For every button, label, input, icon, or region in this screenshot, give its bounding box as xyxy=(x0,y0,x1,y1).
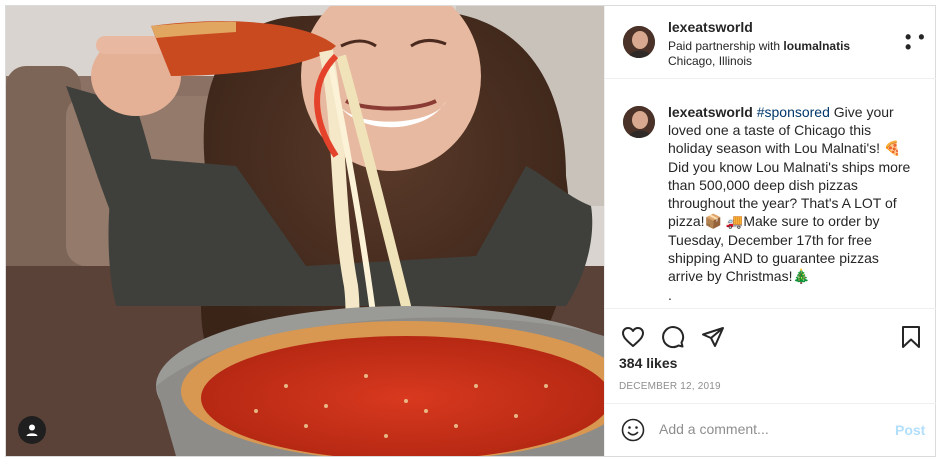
package-emoji: 📦 xyxy=(704,214,723,230)
partner-link[interactable]: loumalnatis xyxy=(783,39,850,53)
more-options-icon[interactable]: • • • xyxy=(905,28,936,56)
post-comment-button[interactable]: Post xyxy=(895,422,925,438)
pizza-photo xyxy=(6,6,604,456)
author-avatar[interactable] xyxy=(623,26,655,58)
caption-section: lexeatsworld #sponsored Give your loved … xyxy=(605,78,936,308)
post-image[interactable] xyxy=(6,6,604,456)
action-bar: 384 likes DECEMBER 12, 2019 xyxy=(605,308,936,404)
pizza-emoji: 🍕 xyxy=(883,141,902,157)
instagram-post: lexeatsworld Paid partnership with louma… xyxy=(5,5,936,457)
user-tag-button[interactable] xyxy=(18,416,46,444)
caption-username[interactable]: lexeatsworld xyxy=(668,104,753,120)
user-tag-icon xyxy=(26,424,38,436)
post-date[interactable]: DECEMBER 12, 2019 xyxy=(619,381,721,392)
emoji-icon[interactable] xyxy=(621,418,645,442)
paid-partnership: Paid partnership with loumalnatis xyxy=(668,39,850,53)
share-icon[interactable] xyxy=(701,325,725,349)
heart-icon[interactable] xyxy=(621,325,645,349)
avatar-image xyxy=(623,106,655,138)
caption-text: lexeatsworld #sponsored Give your loved … xyxy=(668,103,913,304)
hashtag-sponsored[interactable]: #sponsored xyxy=(757,104,830,120)
tree-emoji: 🎄 xyxy=(792,269,810,285)
comment-box: Post xyxy=(605,403,936,457)
likes-count[interactable]: 384 likes xyxy=(619,355,677,371)
bookmark-icon[interactable] xyxy=(899,325,923,349)
partnership-prefix: Paid partnership with xyxy=(668,39,781,53)
comment-input[interactable] xyxy=(659,421,879,437)
author-username[interactable]: lexeatsworld xyxy=(668,19,753,35)
comment-icon[interactable] xyxy=(661,325,685,349)
avatar-image xyxy=(623,26,655,58)
caption-trailing: . xyxy=(668,287,672,303)
post-header: lexeatsworld Paid partnership with louma… xyxy=(605,6,936,79)
caption-avatar[interactable] xyxy=(623,106,655,138)
location-link[interactable]: Chicago, Illinois xyxy=(668,54,752,68)
post-sidebar: lexeatsworld Paid partnership with louma… xyxy=(604,6,936,456)
truck-emoji: 🚚 xyxy=(725,214,744,230)
